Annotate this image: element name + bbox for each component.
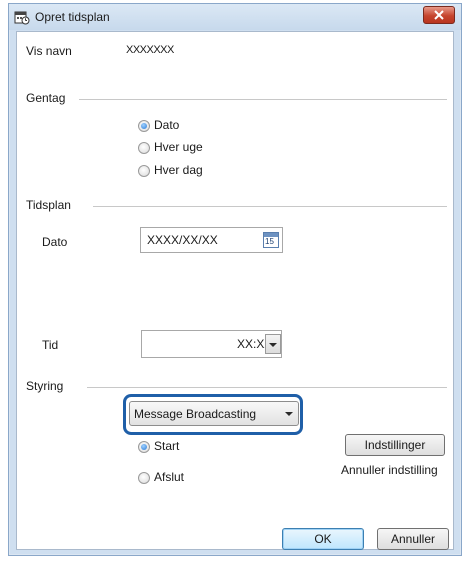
close-button[interactable] — [423, 6, 455, 24]
display-name-value: XXXXXXX — [126, 44, 174, 56]
close-icon — [434, 10, 444, 20]
radio-weekly-label[interactable]: Hver uge — [154, 140, 203, 154]
radio-weekly[interactable] — [138, 142, 150, 154]
radio-date[interactable] — [138, 120, 150, 132]
date-input-value: XXXX/XX/XX — [147, 233, 218, 247]
radio-daily-label[interactable]: Hver dag — [154, 163, 203, 177]
settings-button[interactable]: Indstillinger — [345, 434, 445, 456]
cancel-setting-link[interactable]: Annuller indstilling — [341, 463, 438, 477]
display-name-label: Vis navn — [26, 44, 72, 58]
calendar-day: 15 — [265, 237, 274, 246]
control-type-dropdown[interactable]: Message Broadcasting — [129, 401, 299, 426]
time-input[interactable]: XX:XX — [141, 330, 282, 358]
radio-start-label[interactable]: Start — [154, 439, 179, 453]
repeat-group-label: Gentag — [26, 91, 66, 105]
time-dropdown-button[interactable] — [265, 334, 281, 354]
radio-stop[interactable] — [138, 472, 150, 484]
repeat-group-divider — [79, 99, 447, 100]
dialog-content: Vis navn XXXXXXX Gentag Dato Hver uge Hv… — [16, 31, 454, 550]
cancel-button[interactable]: Annuller — [377, 528, 449, 550]
dialog-window: Opret tidsplan Vis navn XXXXXXX Gentag D… — [8, 3, 462, 556]
radio-stop-label[interactable]: Afslut — [154, 470, 184, 484]
control-type-value: Message Broadcasting — [134, 407, 257, 421]
radio-date-label[interactable]: Dato — [154, 118, 179, 132]
ok-button[interactable]: OK — [282, 528, 364, 550]
radio-daily[interactable] — [138, 165, 150, 177]
time-label: Tid — [42, 338, 59, 352]
chevron-down-icon — [285, 412, 293, 416]
title-bar[interactable]: Opret tidsplan — [9, 4, 461, 30]
schedule-group-divider — [93, 206, 447, 207]
schedule-group-label: Tidsplan — [26, 198, 71, 212]
control-group-divider — [87, 387, 447, 388]
calendar-icon[interactable]: 15 — [263, 232, 279, 248]
chevron-down-icon — [269, 343, 277, 347]
window-title: Opret tidsplan — [35, 10, 110, 24]
date-label: Dato — [42, 235, 68, 249]
radio-start[interactable] — [138, 441, 150, 453]
scheduler-icon — [14, 9, 30, 25]
control-group-label: Styring — [26, 379, 64, 393]
date-input[interactable]: XXXX/XX/XX 15 — [140, 227, 283, 253]
